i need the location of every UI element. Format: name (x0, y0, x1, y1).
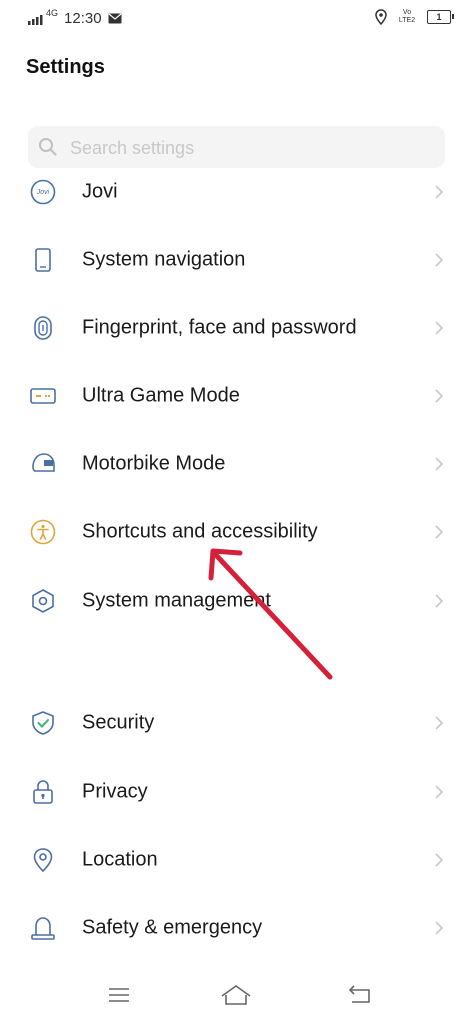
settings-item-label: Jovi (82, 180, 118, 203)
page-title: Settings (26, 56, 105, 78)
chevron-right-icon (435, 921, 444, 935)
chevron-right-icon (435, 185, 444, 199)
menu-icon (109, 988, 129, 1002)
fingerprint-icon (30, 315, 56, 341)
menu-button[interactable] (102, 982, 136, 1008)
chevron-right-icon (435, 321, 444, 335)
chevron-right-icon (435, 785, 444, 799)
hexagon-icon (30, 588, 56, 614)
chevron-right-icon (435, 253, 444, 267)
settings-item-location[interactable]: Location (0, 828, 473, 892)
settings-item-security[interactable]: Security (0, 691, 473, 755)
chevron-right-icon (435, 525, 444, 539)
system-nav-bar (0, 968, 473, 1024)
settings-item-label: System navigation (82, 248, 246, 271)
phone-icon (30, 247, 56, 273)
jovi-icon-text: Jovi (36, 188, 50, 196)
volte-indicator: Vo LTE2 (398, 9, 416, 24)
settings-item-system-navigation[interactable]: System navigation (0, 228, 473, 292)
settings-item-label: Shortcuts and accessibility (82, 520, 318, 543)
settings-item-label: Privacy (82, 780, 148, 803)
jovi-icon: Jovi (30, 179, 56, 205)
back-button[interactable] (343, 982, 377, 1008)
settings-item-safety-emergency[interactable]: Safety & emergency (0, 896, 473, 960)
battery-level: 1 (436, 12, 442, 22)
network-type: 4G (46, 7, 59, 18)
settings-item-system-management[interactable]: System management (0, 569, 473, 633)
settings-item-label: System management (82, 589, 271, 612)
settings-item-label: Location (82, 848, 158, 871)
settings-item-label: Ultra Game Mode (82, 384, 240, 407)
home-button[interactable] (219, 982, 253, 1008)
chevron-right-icon (435, 594, 444, 608)
lock-icon (30, 779, 56, 805)
home-icon (221, 985, 251, 1005)
settings-item-shortcuts-accessibility[interactable]: Shortcuts and accessibility (0, 500, 473, 564)
search-input[interactable] (68, 134, 432, 162)
search-icon (39, 138, 57, 156)
settings-item-fingerprint[interactable]: Fingerprint, face and password (0, 296, 473, 360)
helmet-icon (30, 451, 56, 477)
alarm-bell-icon (30, 915, 56, 941)
settings-item-label: Fingerprint, face and password (82, 316, 357, 339)
shield-icon (30, 710, 56, 736)
settings-item-privacy[interactable]: Privacy (0, 760, 473, 824)
settings-item-ultra-game-mode[interactable]: Ultra Game Mode (0, 364, 473, 428)
signal-icon (28, 14, 43, 25)
chevron-right-icon (435, 716, 444, 730)
chevron-right-icon (435, 853, 444, 867)
settings-item-motorbike-mode[interactable]: Motorbike Mode (0, 432, 473, 496)
status-time: 12:30 (64, 10, 102, 27)
chevron-right-icon (435, 389, 444, 403)
settings-item-label: Motorbike Mode (82, 452, 226, 475)
back-icon (348, 985, 370, 1003)
status-bar: 4G 12:30 Vo LTE2 1 (0, 0, 473, 36)
chevron-right-icon (435, 457, 444, 471)
message-icon (108, 13, 122, 24)
settings-item-jovi[interactable]: Jovi Jovi (0, 160, 473, 224)
gamepad-icon (30, 383, 56, 409)
settings-item-label: Security (82, 711, 155, 734)
accessibility-icon (30, 519, 56, 545)
location-pin-icon (30, 847, 56, 873)
battery-icon: 1 (427, 10, 454, 24)
location-status-icon (375, 9, 387, 25)
settings-item-label: Safety & emergency (82, 916, 263, 939)
